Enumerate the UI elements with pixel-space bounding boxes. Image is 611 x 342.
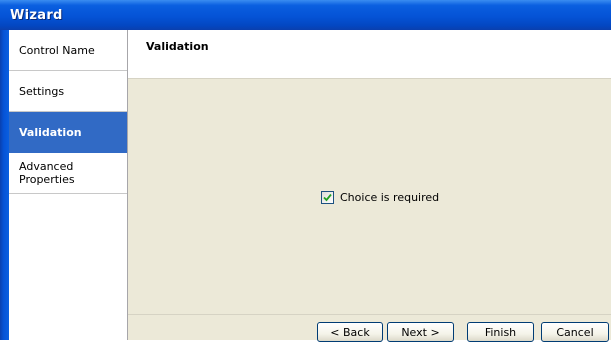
title-bar[interactable]: Wizard [0, 0, 611, 30]
choice-required-option[interactable]: Choice is required [321, 190, 439, 204]
sidebar-item-label: Advanced Properties [19, 160, 75, 186]
page-title: Validation [146, 40, 209, 53]
cancel-button[interactable]: Cancel [541, 322, 609, 342]
wizard-content-pane: Validation Choice is required < Back Nex… [128, 30, 611, 342]
finish-button[interactable]: Finish [467, 322, 534, 342]
sidebar-item-validation[interactable]: Validation [9, 112, 127, 153]
wizard-steps-sidebar: Control Name Settings Validation Advance… [9, 30, 128, 340]
sidebar-item-label: Validation [19, 125, 82, 139]
window-title: Wizard [10, 8, 63, 23]
checkbox-label: Choice is required [340, 190, 440, 204]
sidebar-item-label: Control Name [19, 43, 95, 57]
sidebar-item-settings[interactable]: Settings [9, 71, 127, 112]
page-header: Validation [128, 30, 611, 79]
wizard-window: Wizard Control Name Settings Validation … [0, 0, 611, 342]
choice-required-checkbox[interactable] [321, 190, 334, 204]
window-left-border [0, 30, 9, 340]
sidebar-item-control-name[interactable]: Control Name [9, 30, 127, 71]
button-bar: < Back Next > Finish Cancel [128, 314, 611, 342]
checkmark-icon [323, 193, 332, 201]
sidebar-item-label: Settings [19, 84, 65, 98]
back-button[interactable]: < Back [317, 322, 383, 342]
sidebar-item-advanced-properties[interactable]: Advanced Properties [9, 153, 127, 194]
next-button[interactable]: Next > [387, 322, 454, 342]
